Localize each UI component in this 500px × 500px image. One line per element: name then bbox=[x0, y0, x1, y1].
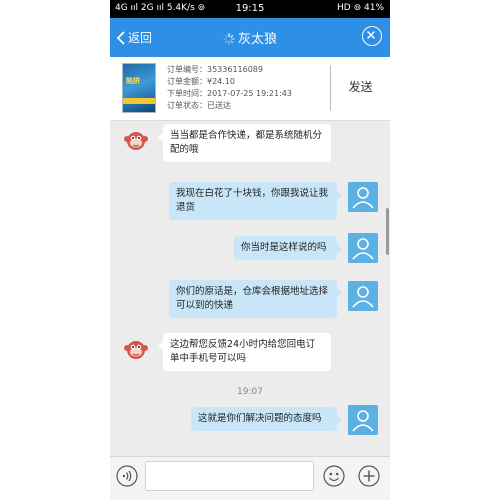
chat-title: 灰太狼 bbox=[237, 32, 277, 47]
user-avatar-icon[interactable] bbox=[348, 405, 378, 435]
message-bubble-sent[interactable]: 我现在白花了十块钱，你跟我说让我退货 bbox=[169, 182, 342, 220]
voice-icon[interactable] bbox=[116, 465, 138, 487]
order-time: 下单时间：2017-07-25 19:21:43 bbox=[167, 89, 292, 98]
book-cover-image: 陷阱 bbox=[122, 63, 156, 113]
send-order-button[interactable]: 发送 bbox=[331, 78, 390, 95]
scrollbar[interactable] bbox=[386, 208, 389, 255]
message-timestamp: 19:07 bbox=[237, 387, 263, 397]
chat-header: 返回 灰太狼 bbox=[110, 18, 390, 57]
plus-icon[interactable] bbox=[358, 465, 380, 487]
message-input[interactable] bbox=[145, 461, 314, 491]
battery-status: HD ⊚ 41% bbox=[337, 3, 384, 13]
message-bubble-sent[interactable]: 这就是你们解决问题的态度吗 bbox=[191, 407, 342, 431]
emoji-icon[interactable] bbox=[323, 465, 345, 487]
order-amount: 订单金额：¥24.10 bbox=[167, 77, 235, 86]
user-avatar-icon[interactable] bbox=[348, 281, 378, 311]
message-bubble-received[interactable]: 这边帮您反馈24小时内给您回电订单中手机号可以吗 bbox=[158, 333, 331, 371]
chat-title-wrap: 灰太狼 bbox=[110, 28, 390, 47]
message-bubble-sent[interactable]: 你们的原话是，仓库会根据地址选择可以到的快递 bbox=[169, 280, 342, 318]
user-avatar-icon[interactable] bbox=[348, 233, 378, 263]
order-number: 订单编号：35336116089 bbox=[167, 65, 263, 74]
loading-spinner-icon bbox=[223, 33, 235, 45]
user-avatar-icon[interactable] bbox=[348, 182, 378, 212]
close-icon bbox=[366, 30, 375, 39]
status-bar: 4G ııl 2G ııl 5.4K/s ⊚ 19:15 HD ⊚ 41% bbox=[110, 0, 390, 18]
order-info: 订单编号：35336116089 订单金额：¥24.10 下单时间：2017-0… bbox=[167, 64, 292, 112]
mascot-avatar-icon[interactable] bbox=[123, 127, 149, 153]
book-cover-title: 陷阱 bbox=[126, 77, 140, 85]
input-bar bbox=[110, 456, 390, 500]
chat-screen: 4G ııl 2G ııl 5.4K/s ⊚ 19:15 HD ⊚ 41% 返回 bbox=[110, 0, 390, 500]
close-button[interactable] bbox=[362, 26, 382, 46]
order-status: 订单状态：已送达 bbox=[167, 101, 231, 110]
mascot-avatar-icon[interactable] bbox=[123, 336, 149, 362]
order-card[interactable]: 陷阱 订单编号：35336116089 订单金额：¥24.10 下单时间：201… bbox=[110, 57, 390, 121]
message-bubble-sent[interactable]: 你当时是这样说的吗 bbox=[234, 236, 342, 260]
message-bubble-received[interactable]: 当当都是合作快递，都是系统随机分配的哦 bbox=[158, 124, 331, 162]
